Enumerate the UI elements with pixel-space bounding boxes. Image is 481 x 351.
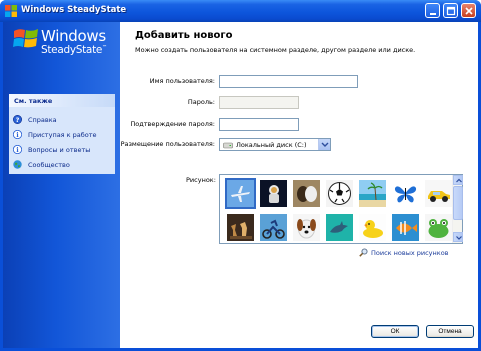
fish-picture[interactable] bbox=[392, 214, 419, 241]
maximize-icon bbox=[446, 6, 456, 16]
see-also-faq-label: Вопросы и ответы bbox=[28, 145, 91, 154]
chess-picture[interactable] bbox=[227, 214, 254, 241]
location-dropdown-button[interactable] bbox=[318, 139, 330, 150]
minimize-icon bbox=[430, 13, 436, 15]
dog-picture[interactable] bbox=[293, 214, 320, 241]
password-input[interactable] bbox=[219, 96, 299, 109]
window-title: Windows SteadyState bbox=[21, 5, 127, 15]
close-button[interactable] bbox=[461, 3, 476, 18]
dolphin-picture[interactable] bbox=[326, 214, 353, 241]
app-icon bbox=[5, 5, 17, 17]
horses-picture[interactable] bbox=[293, 180, 320, 207]
dirt-bike-picture[interactable] bbox=[260, 214, 287, 241]
scroll-down-button[interactable] bbox=[453, 232, 463, 242]
see-also-community[interactable]: Сообщество bbox=[13, 157, 115, 172]
chevron-up-icon bbox=[456, 178, 462, 183]
scroll-up-button[interactable] bbox=[453, 175, 463, 185]
butterfly-picture[interactable] bbox=[392, 180, 419, 207]
page-subheading: Можно создать пользователя на системном … bbox=[135, 46, 416, 54]
info-icon: i bbox=[13, 130, 22, 139]
search-new-pictures-label: Поиск новых рисунков bbox=[371, 248, 449, 257]
chevron-down-icon bbox=[321, 142, 329, 147]
logo-steadystate-text: SteadyState™ bbox=[41, 44, 107, 56]
maximize-button[interactable] bbox=[443, 3, 458, 18]
astronaut-picture[interactable] bbox=[260, 180, 287, 207]
close-icon bbox=[465, 7, 473, 15]
magnifier-icon bbox=[359, 248, 368, 257]
client-area: Windows SteadyState™ См. также ? Справка… bbox=[3, 22, 478, 348]
svg-text:?: ? bbox=[16, 116, 20, 124]
username-label: Имя пользователя: bbox=[149, 77, 215, 85]
picture-list-scrollbar[interactable] bbox=[452, 175, 463, 243]
logo-windows-text: Windows bbox=[41, 27, 106, 45]
left-pane: Windows SteadyState™ См. также ? Справка… bbox=[3, 22, 120, 348]
confirm-password-input[interactable] bbox=[219, 118, 299, 131]
frog-picture[interactable] bbox=[425, 214, 452, 241]
globe-icon bbox=[13, 160, 22, 169]
toy-car-picture[interactable] bbox=[425, 180, 452, 207]
picture-label: Рисунок: bbox=[186, 176, 216, 184]
username-input[interactable] bbox=[219, 75, 358, 88]
chevron-down-icon bbox=[456, 236, 462, 240]
windows-logo-icon bbox=[13, 29, 38, 48]
page-heading: Добавить нового bbox=[135, 30, 233, 41]
location-select[interactable]: Локальный диск (C:) bbox=[219, 138, 331, 151]
ok-button[interactable]: ОК bbox=[371, 325, 419, 338]
rubber-duck-picture[interactable] bbox=[359, 214, 386, 241]
location-label: Размещение пользователя: bbox=[120, 140, 215, 148]
drive-icon bbox=[223, 142, 233, 149]
search-new-pictures-link[interactable]: Поиск новых рисунков bbox=[359, 248, 449, 257]
see-also-panel: См. также ? Справка i Приступая к работе… bbox=[9, 94, 115, 174]
info-icon: i bbox=[13, 145, 22, 154]
confirm-password-label: Подтверждение пароля: bbox=[130, 120, 215, 128]
beach-picture[interactable] bbox=[359, 180, 386, 207]
airplane-picture[interactable] bbox=[225, 178, 256, 209]
see-also-help-label: Справка bbox=[28, 115, 57, 124]
location-select-value: Локальный диск (C:) bbox=[236, 141, 307, 149]
picture-list[interactable] bbox=[219, 174, 463, 244]
cancel-button[interactable]: Отмена bbox=[426, 325, 474, 338]
see-also-community-label: Сообщество bbox=[28, 160, 70, 169]
title-bar[interactable]: Windows SteadyState bbox=[0, 0, 481, 22]
minimize-button[interactable] bbox=[425, 3, 440, 18]
help-icon: ? bbox=[13, 115, 22, 124]
app-window: Windows SteadyState Windows SteadyState™… bbox=[0, 0, 481, 351]
scroll-thumb[interactable] bbox=[453, 186, 463, 220]
password-label: Пароль: bbox=[187, 98, 215, 106]
see-also-getting-started-label: Приступая к работе bbox=[28, 130, 97, 139]
soccer-ball-picture[interactable] bbox=[326, 180, 353, 207]
